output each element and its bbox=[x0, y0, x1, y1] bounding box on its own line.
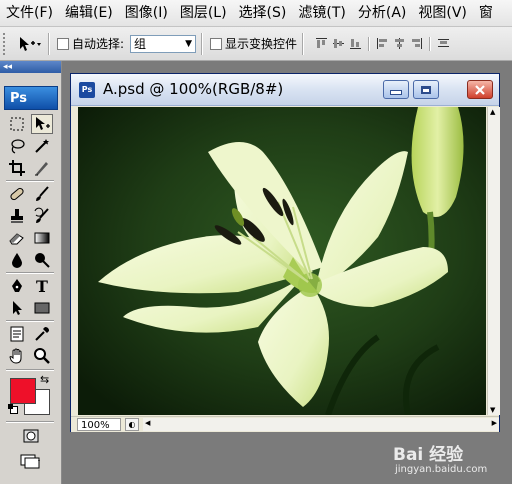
options-separator bbox=[302, 32, 305, 55]
align-bottom-icon[interactable] bbox=[349, 37, 362, 50]
psd-file-icon: Ps bbox=[79, 82, 95, 98]
document-statusbar: 100% ◐ ◀ ▶ bbox=[71, 416, 499, 432]
toolbox-separator bbox=[6, 421, 54, 423]
scroll-up-icon[interactable]: ▲ bbox=[490, 108, 495, 116]
menu-analysis[interactable]: 分析(A) bbox=[352, 0, 413, 26]
options-separator bbox=[429, 36, 432, 51]
toolbox-separator bbox=[6, 180, 54, 182]
slice-tool[interactable] bbox=[31, 158, 53, 178]
document-title: A.psd @ 100%(RGB/8#) bbox=[103, 80, 284, 98]
toolbox-separator bbox=[6, 272, 54, 274]
pen-tool[interactable] bbox=[6, 276, 28, 296]
maximize-button[interactable] bbox=[413, 80, 439, 99]
auto-select-label: 自动选择: bbox=[72, 37, 125, 51]
blur-tool[interactable] bbox=[6, 250, 28, 270]
close-button[interactable] bbox=[467, 80, 493, 99]
crop-tool[interactable] bbox=[6, 158, 28, 178]
gradient-tool[interactable] bbox=[31, 228, 53, 248]
baidu-watermark: Bai 经验 jingyan.baidu.com bbox=[393, 440, 511, 482]
menu-edit[interactable]: 编辑(E) bbox=[59, 0, 119, 26]
menu-window[interactable]: 窗 bbox=[473, 0, 499, 26]
history-brush-tool[interactable] bbox=[31, 206, 53, 226]
close-icon bbox=[475, 84, 485, 95]
quick-mask-button[interactable] bbox=[18, 426, 44, 446]
toolbox-separator bbox=[6, 369, 54, 371]
eyedropper-tool[interactable] bbox=[31, 324, 53, 344]
default-colors-icon[interactable] bbox=[8, 404, 18, 414]
healing-brush-tool[interactable] bbox=[6, 184, 28, 204]
eraser-tool[interactable] bbox=[6, 228, 28, 248]
watermark-brand: Bai 经验 bbox=[393, 445, 464, 465]
photoshop-logo: Ps bbox=[4, 86, 58, 110]
scroll-left-icon[interactable]: ◀ bbox=[145, 419, 150, 427]
menu-bar: 文件(F) 编辑(E) 图像(I) 图层(L) 选择(S) 滤镜(T) 分析(A… bbox=[0, 0, 512, 27]
distribute-top-icon[interactable] bbox=[437, 37, 450, 50]
chevron-down-icon: ▼ bbox=[185, 38, 193, 49]
marquee-tool[interactable] bbox=[6, 114, 28, 134]
align-vcenter-icon[interactable] bbox=[332, 37, 345, 50]
auto-select-checkbox[interactable] bbox=[57, 37, 69, 50]
lasso-tool[interactable] bbox=[6, 136, 28, 156]
clone-stamp-tool[interactable] bbox=[6, 206, 28, 226]
menu-filter[interactable]: 滤镜(T) bbox=[292, 0, 351, 26]
options-grip bbox=[3, 32, 9, 55]
menu-select[interactable]: 选择(S) bbox=[233, 0, 293, 26]
horizontal-scrollbar[interactable]: ◀ ▶ bbox=[143, 418, 499, 431]
dodge-tool[interactable] bbox=[31, 250, 53, 270]
menu-file[interactable]: 文件(F) bbox=[0, 0, 59, 26]
notes-tool[interactable] bbox=[6, 324, 28, 344]
zoom-tool[interactable] bbox=[31, 346, 53, 366]
document-canvas[interactable] bbox=[78, 107, 486, 415]
type-tool[interactable]: T bbox=[31, 276, 53, 296]
svg-text:T: T bbox=[36, 277, 48, 295]
align-right-icon[interactable] bbox=[410, 37, 423, 50]
auto-select-dropdown[interactable]: 组 ▼ bbox=[130, 34, 197, 53]
auto-select-value: 组 bbox=[134, 37, 147, 51]
toolbox: ◂◂ Ps T ⇆ bbox=[0, 61, 62, 484]
align-left-icon[interactable] bbox=[376, 37, 389, 50]
toolbox-separator bbox=[6, 320, 54, 322]
align-top-icon[interactable] bbox=[315, 37, 328, 50]
menu-image[interactable]: 图像(I) bbox=[119, 0, 174, 26]
options-separator bbox=[48, 32, 50, 55]
align-hcenter-icon[interactable] bbox=[393, 37, 406, 50]
screen-mode-button[interactable] bbox=[18, 451, 44, 471]
watermark-url: jingyan.baidu.com bbox=[395, 464, 488, 475]
lily-photo bbox=[78, 107, 486, 415]
show-transform-label: 显示变换控件 bbox=[225, 37, 298, 51]
options-separator bbox=[368, 36, 371, 51]
options-separator bbox=[201, 32, 204, 55]
scroll-down-icon[interactable]: ▼ bbox=[490, 406, 495, 414]
minimize-icon bbox=[390, 90, 402, 95]
status-info-button[interactable]: ◐ bbox=[125, 418, 139, 431]
zoom-level-field[interactable]: 100% bbox=[77, 418, 121, 431]
show-transform-checkbox[interactable] bbox=[210, 37, 223, 50]
scroll-right-icon[interactable]: ▶ bbox=[492, 419, 497, 427]
toolbox-collapse[interactable]: ◂◂ bbox=[0, 61, 61, 73]
rectangle-tool[interactable] bbox=[31, 298, 53, 318]
document-titlebar[interactable]: Ps A.psd @ 100%(RGB/8#) bbox=[71, 74, 499, 106]
document-window: Ps A.psd @ 100%(RGB/8#) ▲ ▼ 100% ◐ ◀ ▶ bbox=[70, 73, 500, 432]
swap-colors-icon[interactable]: ⇆ bbox=[40, 373, 49, 386]
status-info-icon: ◐ bbox=[128, 420, 136, 429]
magic-wand-tool[interactable] bbox=[31, 136, 53, 156]
align-buttons bbox=[315, 36, 450, 51]
minimize-button[interactable] bbox=[383, 80, 409, 99]
hand-tool[interactable] bbox=[6, 346, 28, 366]
maximize-icon bbox=[421, 85, 431, 94]
vertical-scrollbar[interactable]: ▲ ▼ bbox=[487, 107, 500, 415]
path-selection-tool[interactable] bbox=[6, 298, 28, 318]
menu-layer[interactable]: 图层(L) bbox=[174, 0, 233, 26]
brush-tool[interactable] bbox=[31, 184, 53, 204]
menu-view[interactable]: 视图(V) bbox=[412, 0, 473, 26]
move-tool[interactable] bbox=[31, 114, 53, 134]
foreground-color-swatch[interactable] bbox=[10, 378, 36, 404]
move-tool-preset-icon[interactable] bbox=[17, 35, 43, 53]
options-bar: 自动选择: 组 ▼ 显示变换控件 bbox=[0, 27, 512, 61]
